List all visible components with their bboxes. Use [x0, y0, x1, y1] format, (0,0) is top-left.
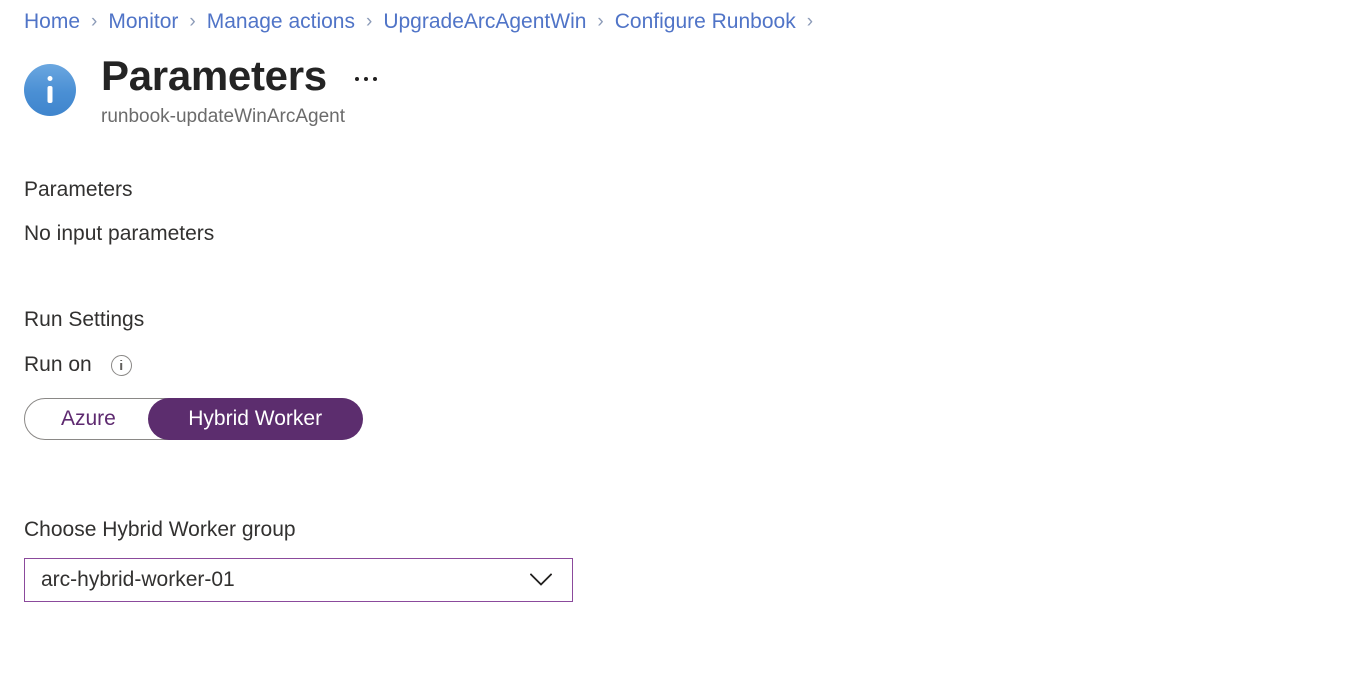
breadcrumb-separator: ›	[365, 11, 373, 32]
breadcrumb: Home › Monitor › Manage actions › Upgrad…	[0, 0, 1352, 33]
page-header: Parameters runbook-updateWinArcAgent	[0, 32, 1352, 130]
more-actions-ellipsis-icon[interactable]	[351, 71, 381, 87]
parameters-heading: Parameters	[24, 178, 133, 201]
run-settings-section: Run Settings Run on Azure Hybrid Worker	[24, 306, 1352, 440]
run-on-label: Run on	[24, 353, 92, 376]
ellipsis-dot	[363, 77, 368, 81]
breadcrumb-item-configure-runbook[interactable]: Configure Runbook	[615, 8, 796, 36]
info-circle-icon	[24, 64, 76, 116]
chevron-down-icon	[530, 573, 552, 586]
breadcrumb-item-monitor[interactable]: Monitor	[108, 8, 178, 36]
run-on-option-azure[interactable]: Azure	[25, 399, 148, 439]
main-content: Parameters No input parameters Run Setti…	[0, 130, 1352, 602]
breadcrumb-item-manage-actions[interactable]: Manage actions	[207, 8, 355, 36]
hybrid-worker-group-section: Choose Hybrid Worker group arc-hybrid-wo…	[24, 516, 1352, 602]
parameters-empty-text: No input parameters	[24, 222, 215, 245]
page-subtitle: runbook-updateWinArcAgent	[101, 106, 345, 127]
run-on-label-row: Run on	[24, 351, 1352, 379]
hybrid-worker-group-dropdown[interactable]: arc-hybrid-worker-01	[24, 558, 573, 602]
ellipsis-dot	[372, 77, 377, 81]
page-title: Parameters	[101, 52, 327, 99]
breadcrumb-separator: ›	[189, 11, 196, 32]
parameters-section: Parameters No input parameters	[24, 176, 1352, 248]
breadcrumb-separator-trailing: ›	[806, 11, 814, 32]
hybrid-worker-group-label: Choose Hybrid Worker group	[24, 518, 296, 541]
breadcrumb-separator: ›	[91, 11, 98, 32]
info-outline-icon[interactable]	[110, 354, 132, 376]
breadcrumb-separator: ›	[597, 11, 604, 32]
run-on-option-hybrid-worker[interactable]: Hybrid Worker	[147, 398, 363, 440]
breadcrumb-item-home[interactable]: Home	[24, 8, 80, 36]
page-title-row: Parameters	[101, 50, 381, 102]
page-header-text: Parameters runbook-updateWinArcAgent	[101, 50, 381, 130]
ellipsis-dot	[354, 77, 359, 81]
breadcrumb-item-upgradearcagentwin[interactable]: UpgradeArcAgentWin	[383, 8, 586, 36]
run-on-segmented-control[interactable]: Azure Hybrid Worker	[24, 398, 363, 440]
hybrid-worker-group-value: arc-hybrid-worker-01	[41, 568, 235, 591]
run-settings-heading: Run Settings	[24, 308, 145, 331]
